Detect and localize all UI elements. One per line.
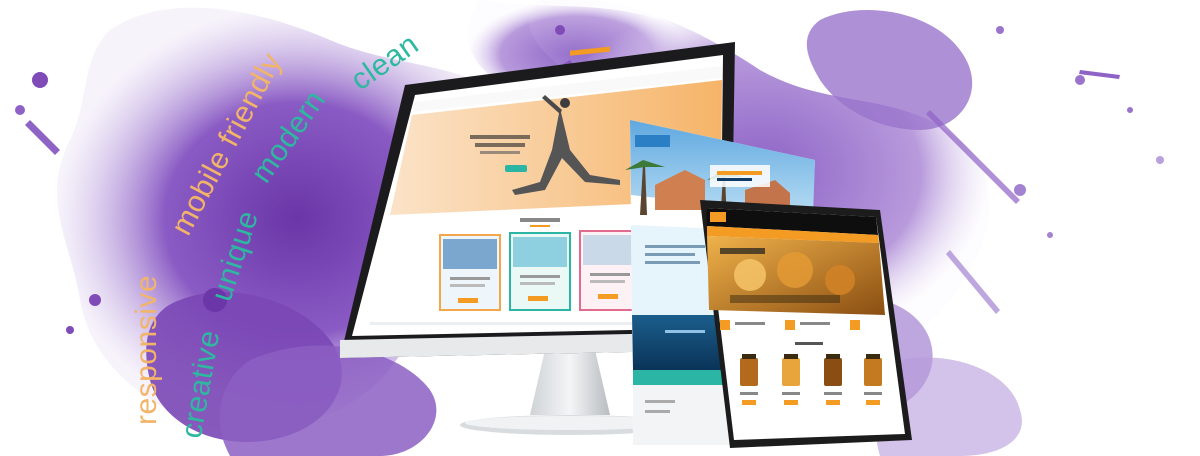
hero-banner: responsive mobile friendly creative uniq…: [0, 0, 1200, 456]
tablet-icon: [700, 200, 912, 448]
tagline-responsive: responsive: [130, 274, 163, 425]
tablet-honey-shop: [700, 200, 915, 450]
